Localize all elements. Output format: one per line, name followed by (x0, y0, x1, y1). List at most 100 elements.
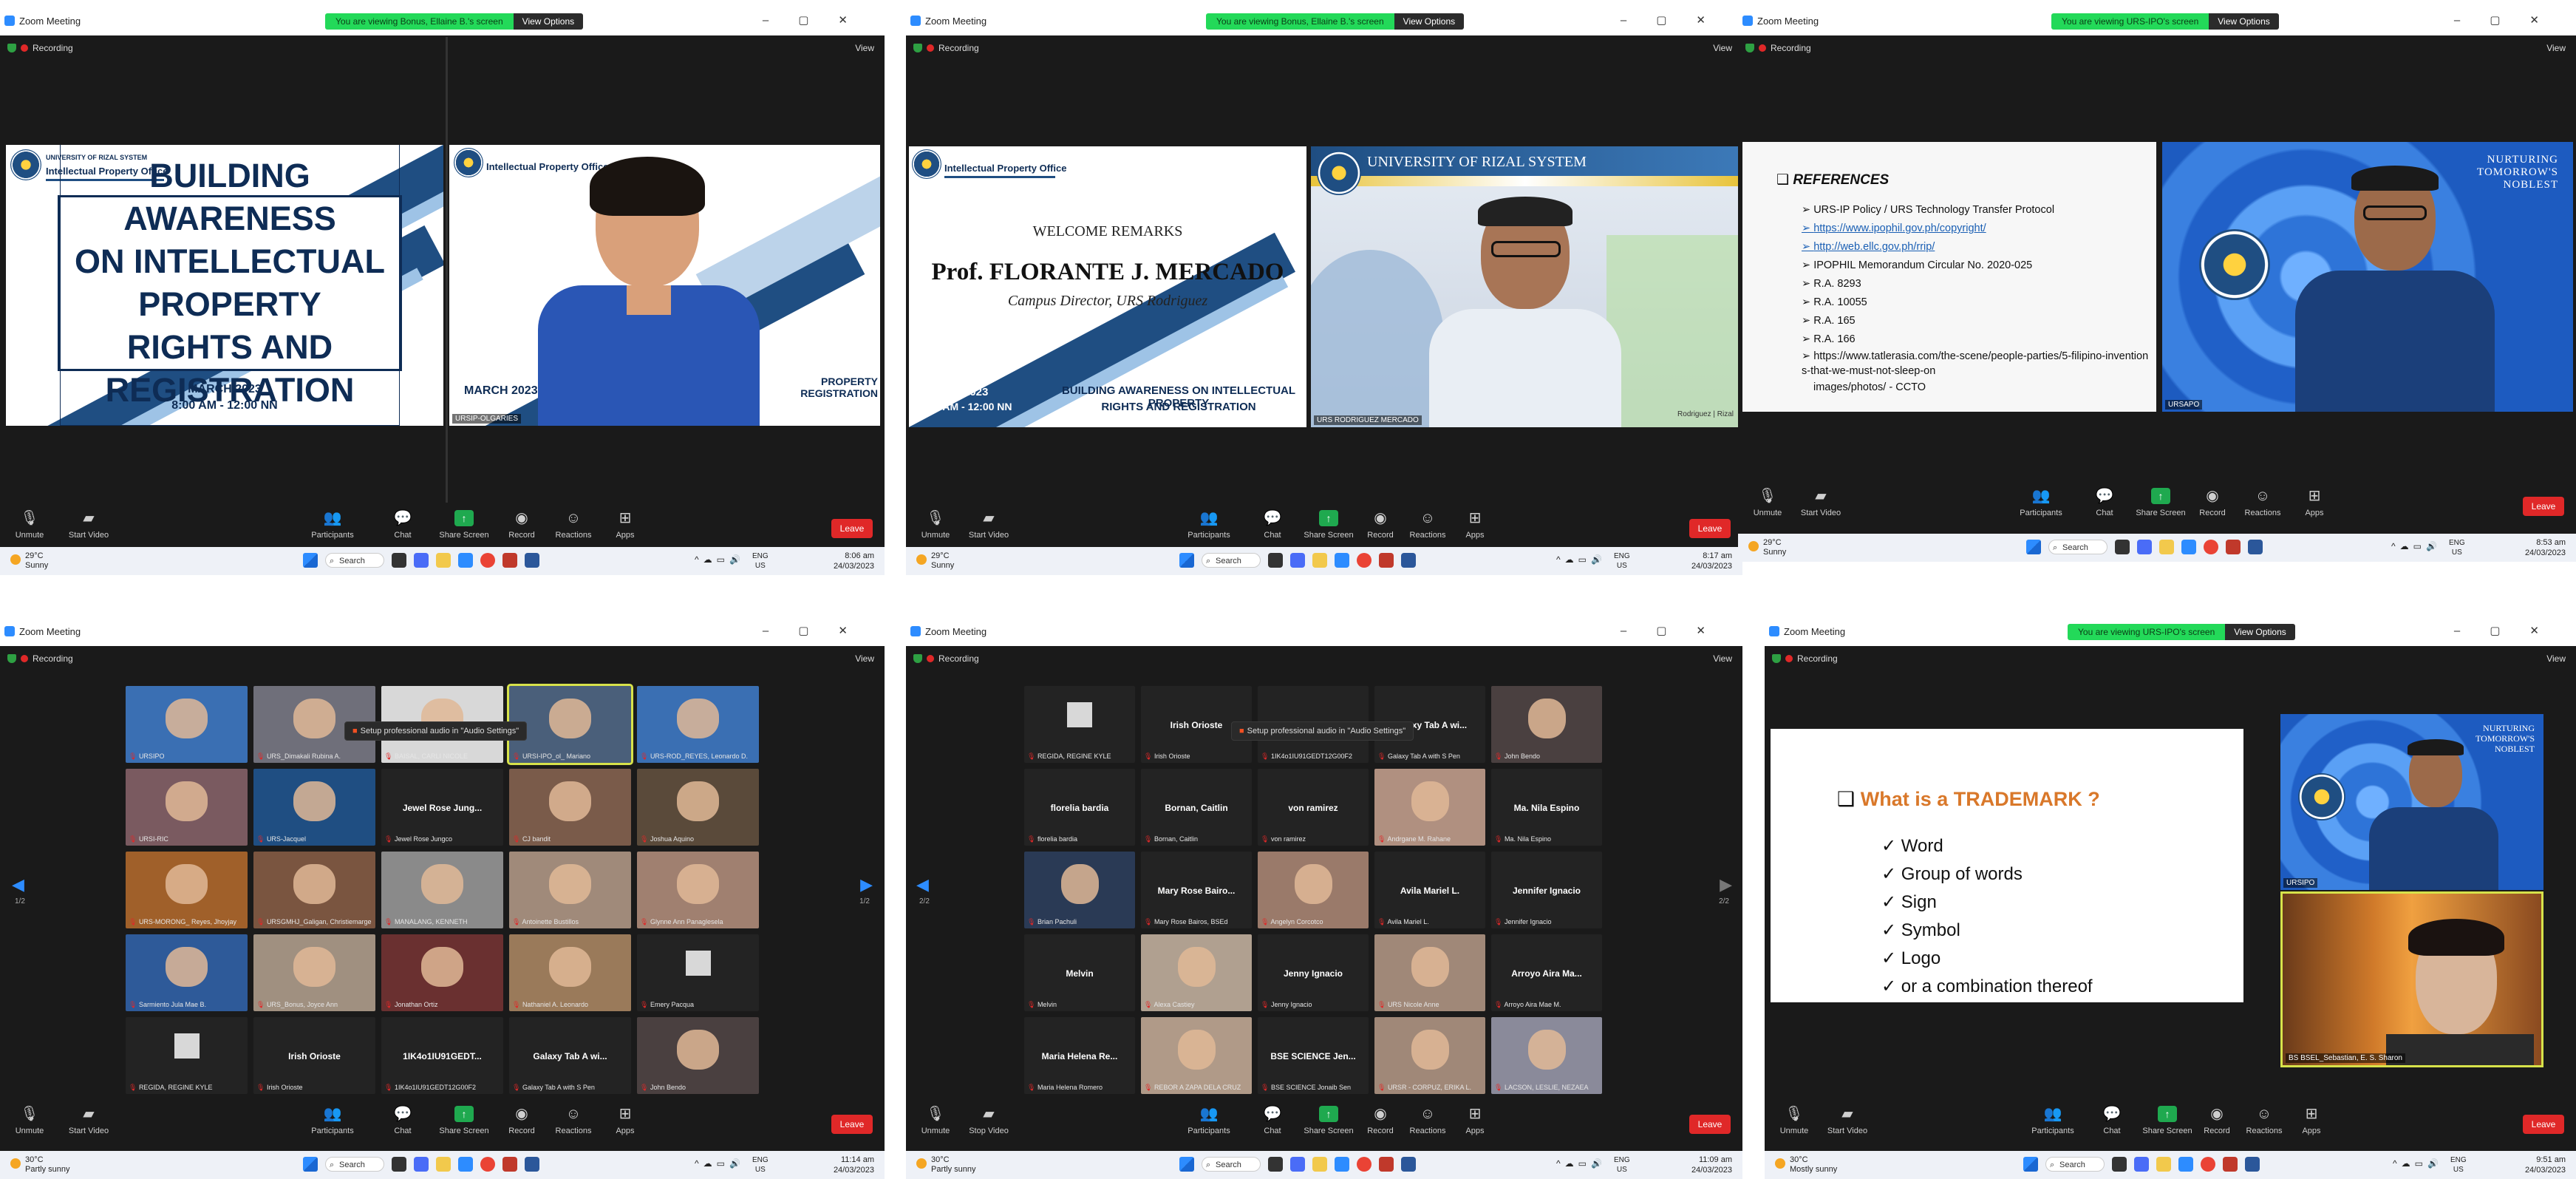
clock[interactable]: 8:53 am 24/03/2023 (2525, 537, 2566, 558)
participant-tile[interactable]: 🎙 REBOR A ZAPA DELA CRUZ (1141, 1017, 1252, 1094)
teams-icon[interactable] (414, 1157, 429, 1172)
window-controls[interactable]: –▢✕ (1621, 13, 1735, 27)
previous-page-arrow-icon[interactable]: ◀ (12, 875, 24, 894)
chrome-icon[interactable] (1357, 553, 1372, 568)
participant-tile[interactable]: von ramirez 🎙 von ramirez (1258, 769, 1369, 846)
task-view-icon[interactable] (2115, 540, 2130, 554)
taskbar-search[interactable]: Search (325, 1157, 384, 1172)
word-icon[interactable] (525, 1157, 539, 1172)
system-tray-icons[interactable]: ^☁▭🔊 (1556, 1158, 1606, 1169)
start-video-button[interactable]: ▰ Start Video (55, 1106, 122, 1135)
participant-tile[interactable]: 🎙 URS-MORONG_ Reyes, Jhoyjay (126, 852, 248, 928)
participant-tile[interactable]: florelia bardia 🎙 florelia bardia (1024, 769, 1135, 846)
chrome-icon[interactable] (2201, 1157, 2215, 1172)
teams-icon[interactable] (2137, 540, 2152, 554)
powerpoint-icon[interactable] (2223, 1157, 2238, 1172)
participants-button[interactable]: 👥 Participants (1176, 1106, 1242, 1135)
file-explorer-icon[interactable] (436, 553, 451, 568)
system-tray-icons[interactable]: ^☁▭🔊 (695, 1158, 745, 1169)
unmute-button[interactable]: 🎙 Unmute (0, 1106, 63, 1135)
participant-tile[interactable]: Ma. Nila Espino 🎙 Ma. Nila Espino (1491, 769, 1602, 846)
share-screen-button[interactable]: ↑ Share Screen (431, 510, 497, 540)
participants-button[interactable]: 👥 Participants (1176, 510, 1242, 540)
task-view-icon[interactable] (1268, 553, 1283, 568)
next-page-arrow-icon[interactable]: ▶ (860, 875, 873, 894)
chat-button[interactable]: 💬 Chat (369, 510, 436, 540)
clock[interactable]: 9:51 am 24/03/2023 (2525, 1155, 2566, 1175)
word-icon[interactable] (525, 553, 539, 568)
participant-tile[interactable]: Bornan, Caitlin 🎙 Bornan, Caitlin (1141, 769, 1252, 846)
powerpoint-icon[interactable] (502, 553, 517, 568)
task-view-icon[interactable] (1268, 1157, 1283, 1172)
leave-button[interactable]: Leave (1689, 1115, 1731, 1134)
audio-settings-tooltip[interactable]: ■ Setup professional audio in "Audio Sett… (344, 721, 528, 741)
taskbar-search[interactable]: Search (1202, 553, 1261, 568)
participant-tile[interactable]: 🎙 Andrgane M. Rahane (1374, 769, 1485, 846)
view-button[interactable]: View (2546, 43, 2566, 53)
participant-tile[interactable]: 🎙 URSI-IPO_ol_ Mariano (507, 684, 633, 765)
file-explorer-icon[interactable] (1312, 1157, 1327, 1172)
participant-tile[interactable]: 🎙 URSI-RIC (126, 769, 248, 846)
view-options-button[interactable]: View Options (2225, 624, 2295, 640)
system-tray-icons[interactable]: ^☁▭🔊 (1556, 554, 1606, 565)
participant-tile[interactable]: Melvin 🎙 Melvin (1024, 934, 1135, 1011)
windows-start-icon[interactable] (1179, 553, 1194, 568)
chrome-icon[interactable] (2204, 540, 2218, 554)
windows-start-icon[interactable] (1179, 1157, 1194, 1172)
file-explorer-icon[interactable] (2159, 540, 2174, 554)
apps-button[interactable]: ⊞ Apps (2278, 1106, 2345, 1135)
window-controls[interactable]: –▢✕ (763, 624, 877, 637)
view-options-button[interactable]: View Options (2209, 13, 2279, 30)
participant-tile[interactable]: 🎙 Angelyn Corcotco (1258, 852, 1369, 928)
file-explorer-icon[interactable] (1312, 553, 1327, 568)
participants-button[interactable]: 👥 Participants (2020, 1106, 2086, 1135)
apps-button[interactable]: ⊞ Apps (592, 1106, 658, 1135)
window-controls[interactable]: –▢✕ (1621, 624, 1735, 637)
reference-link[interactable]: ➢ http://web.ellc.gov.ph/rrip/ (1802, 238, 2149, 256)
participant-tile[interactable]: 🎙 Antoinette Bustillos (509, 852, 631, 928)
participant-tile[interactable]: BSE SCIENCE Jen... 🎙 BSE SCIENCE Jonaib S… (1258, 1017, 1369, 1094)
taskbar-search[interactable]: Search (1202, 1157, 1261, 1172)
taskbar-search[interactable]: Search (2045, 1157, 2105, 1172)
clock[interactable]: 11:09 am 24/03/2023 (1691, 1155, 1732, 1175)
word-icon[interactable] (1401, 553, 1416, 568)
leave-button[interactable]: Leave (831, 1115, 873, 1134)
participant-tile[interactable]: Maria Helena Re... 🎙 Maria Helena Romero (1024, 1017, 1135, 1094)
view-options-button[interactable]: View Options (513, 13, 584, 30)
powerpoint-icon[interactable] (1379, 1157, 1394, 1172)
view-options-button[interactable]: View Options (1394, 13, 1465, 30)
next-page-arrow-icon[interactable]: ▶ (1720, 875, 1732, 894)
taskbar-search[interactable]: Search (325, 553, 384, 568)
participant-tile[interactable]: 🎙 URS-ROD_REYES, Leonardo D. (637, 686, 759, 763)
chrome-icon[interactable] (1357, 1157, 1372, 1172)
system-tray-icons[interactable]: ^☁▭🔊 (2391, 541, 2442, 551)
participant-tile[interactable]: 🎙 REGIDA, REGINE KYLE (1024, 686, 1135, 763)
leave-button[interactable]: Leave (1689, 519, 1731, 538)
stop-video-button[interactable]: ▰ Stop Video (955, 1106, 1022, 1135)
teams-icon[interactable] (2134, 1157, 2149, 1172)
windows-start-icon[interactable] (303, 1157, 318, 1172)
participant-tile[interactable]: 1IK4o1IU91GEDT... 🎙 1IK4o1IU91GEDT12G00F2 (381, 1017, 503, 1094)
task-view-icon[interactable] (2112, 1157, 2127, 1172)
participant-tile[interactable]: 🎙 URSGMHJ_Galigan, Christiemarge (253, 852, 375, 928)
participant-tile[interactable]: 🎙 LACSON, LESLIE, NEZAEA (1491, 1017, 1602, 1094)
participant-tile[interactable]: Avila Mariel L. 🎙 Avila Mariel L. (1374, 852, 1485, 928)
participant-tile[interactable]: 🎙 Sarmiento Jula Mae B. (126, 934, 248, 1011)
view-button[interactable]: View (2546, 653, 2566, 664)
participant-tile[interactable]: 🎙 Jonathan Ortiz (381, 934, 503, 1011)
clock[interactable]: 11:14 am 24/03/2023 (834, 1155, 874, 1175)
word-icon[interactable] (1401, 1157, 1416, 1172)
share-screen-button[interactable]: ↑ Share Screen (431, 1106, 497, 1135)
teams-icon[interactable] (1290, 553, 1305, 568)
view-button[interactable]: View (855, 43, 874, 53)
clock[interactable]: 8:06 am 24/03/2023 (834, 551, 874, 571)
zoom-app-icon[interactable] (1335, 1157, 1349, 1172)
participant-tile[interactable]: Jenny Ignacio 🎙 Jenny Ignacio (1258, 934, 1369, 1011)
taskbar-search[interactable]: Search (2048, 540, 2108, 555)
leave-button[interactable]: Leave (2523, 1115, 2564, 1134)
chrome-icon[interactable] (480, 553, 495, 568)
window-controls[interactable]: –▢✕ (2454, 13, 2569, 27)
participant-tile[interactable]: Arroyo Aira Ma... 🎙 Arroyo Aira Mae M. (1491, 934, 1602, 1011)
apps-button[interactable]: ⊞ Apps (1442, 510, 1508, 540)
language-indicator[interactable]: ENG US (2449, 538, 2465, 557)
